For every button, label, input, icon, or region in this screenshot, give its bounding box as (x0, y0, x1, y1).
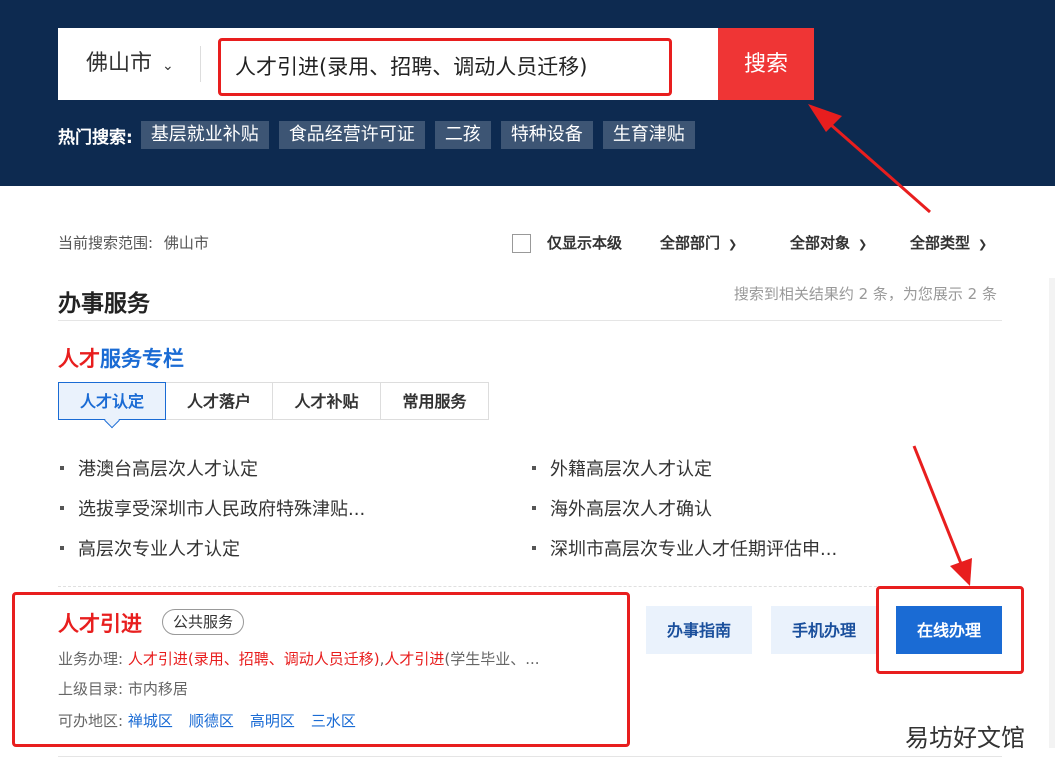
chevron-down-icon: ❯ (978, 238, 988, 251)
only-level-label[interactable]: 仅显示本级 (547, 232, 622, 253)
tab-talent-subsidy[interactable]: 人才补贴 (272, 382, 381, 420)
annotation-arrow-online (912, 445, 972, 586)
list-item[interactable]: 高层次专业人才认定 (60, 535, 240, 561)
hot-searches-label: 热门搜索: (58, 127, 133, 148)
list-item[interactable]: 深圳市高层次专业人才任期评估申... (532, 535, 837, 561)
tab-talent-settlement[interactable]: 人才落户 (165, 382, 273, 420)
chevron-down-icon: ❯ (858, 238, 868, 251)
bullet-icon (532, 546, 536, 550)
hot-searches: 热门搜索: 基层就业补贴 食品经营许可证 二孩 特种设备 生育津贴 (58, 121, 705, 149)
bullet-icon (532, 506, 536, 510)
list-item[interactable]: 海外高层次人才确认 (532, 495, 712, 521)
type-filter-label: 全部类型 (910, 234, 971, 252)
list-item-label: 高层次专业人才认定 (78, 539, 240, 560)
list-item-label: 外籍高层次人才认定 (550, 459, 712, 480)
column-tabs: 人才认定 人才落户 人才补贴 常用服务 (58, 382, 489, 420)
list-item-label: 港澳台高层次人才认定 (78, 459, 258, 480)
column-title: 人才服务专栏 (58, 343, 184, 373)
type-filter[interactable]: 全部类型 ❯ (910, 232, 987, 253)
hot-tag[interactable]: 生育津贴 (602, 121, 695, 149)
divider (58, 586, 1002, 587)
mobile-button[interactable]: 手机办理 (771, 606, 877, 654)
result-count: 搜索到相关结果约 2 条，为您展示 2 条 (733, 285, 997, 303)
search-button[interactable]: 搜索 (718, 28, 814, 100)
annotation-highlight-box (12, 592, 630, 747)
scope-value: 佛山市 (163, 234, 209, 252)
list-item-label: 选拔享受深圳市人民政府特殊津贴... (78, 499, 366, 520)
guide-button[interactable]: 办事指南 (646, 606, 752, 654)
bullet-icon (532, 466, 536, 470)
dept-filter[interactable]: 全部部门 ❯ (660, 232, 737, 253)
bullet-icon (60, 546, 64, 550)
list-item-label: 深圳市高层次专业人才任期评估申... (550, 539, 838, 560)
list-item[interactable]: 港澳台高层次人才认定 (60, 455, 258, 481)
hot-tag[interactable]: 基层就业补贴 (140, 121, 269, 149)
header: 佛山市 ⌄ 搜索 热门搜索: 基层就业补贴 食品经营许可证 二孩 特种设备 生育津… (0, 0, 1055, 186)
list-item-label: 海外高层次人才确认 (550, 499, 712, 520)
hot-tag[interactable]: 特种设备 (500, 121, 593, 149)
search-input[interactable] (218, 38, 672, 96)
watermark: 易坊好文馆 (905, 724, 1025, 752)
list-item[interactable]: 外籍高层次人才认定 (532, 455, 712, 481)
bullet-icon (60, 466, 64, 470)
scrollbar[interactable] (1049, 278, 1055, 748)
divider (58, 320, 1002, 321)
hot-tag[interactable]: 二孩 (434, 121, 491, 149)
dept-filter-label: 全部部门 (660, 234, 721, 252)
column-title-red: 人才 (58, 347, 100, 371)
search-box: 佛山市 ⌄ (58, 28, 718, 100)
bullet-icon (60, 506, 64, 510)
search-scope: 当前搜索范围: 佛山市 (58, 232, 209, 253)
only-level-checkbox[interactable] (512, 234, 531, 253)
chevron-down-icon: ❯ (728, 238, 738, 251)
section-title: 办事服务 (58, 291, 150, 317)
scope-label: 当前搜索范围: (58, 234, 154, 252)
hot-tag[interactable]: 食品经营许可证 (278, 121, 425, 149)
list-item[interactable]: 选拔享受深圳市人民政府特殊津贴... (60, 495, 365, 521)
city-selector[interactable]: 佛山市 ⌄ (86, 28, 174, 100)
chevron-down-icon: ⌄ (162, 58, 174, 74)
target-filter[interactable]: 全部对象 ❯ (790, 232, 867, 253)
divider (58, 756, 1002, 757)
tab-common-services[interactable]: 常用服务 (380, 382, 489, 420)
annotation-highlight-box (876, 586, 1024, 674)
divider (200, 46, 201, 82)
city-label: 佛山市 (86, 51, 153, 76)
tab-talent-recognition[interactable]: 人才认定 (58, 382, 166, 420)
target-filter-label: 全部对象 (790, 234, 851, 252)
column-title-blue: 服务专栏 (100, 347, 184, 371)
